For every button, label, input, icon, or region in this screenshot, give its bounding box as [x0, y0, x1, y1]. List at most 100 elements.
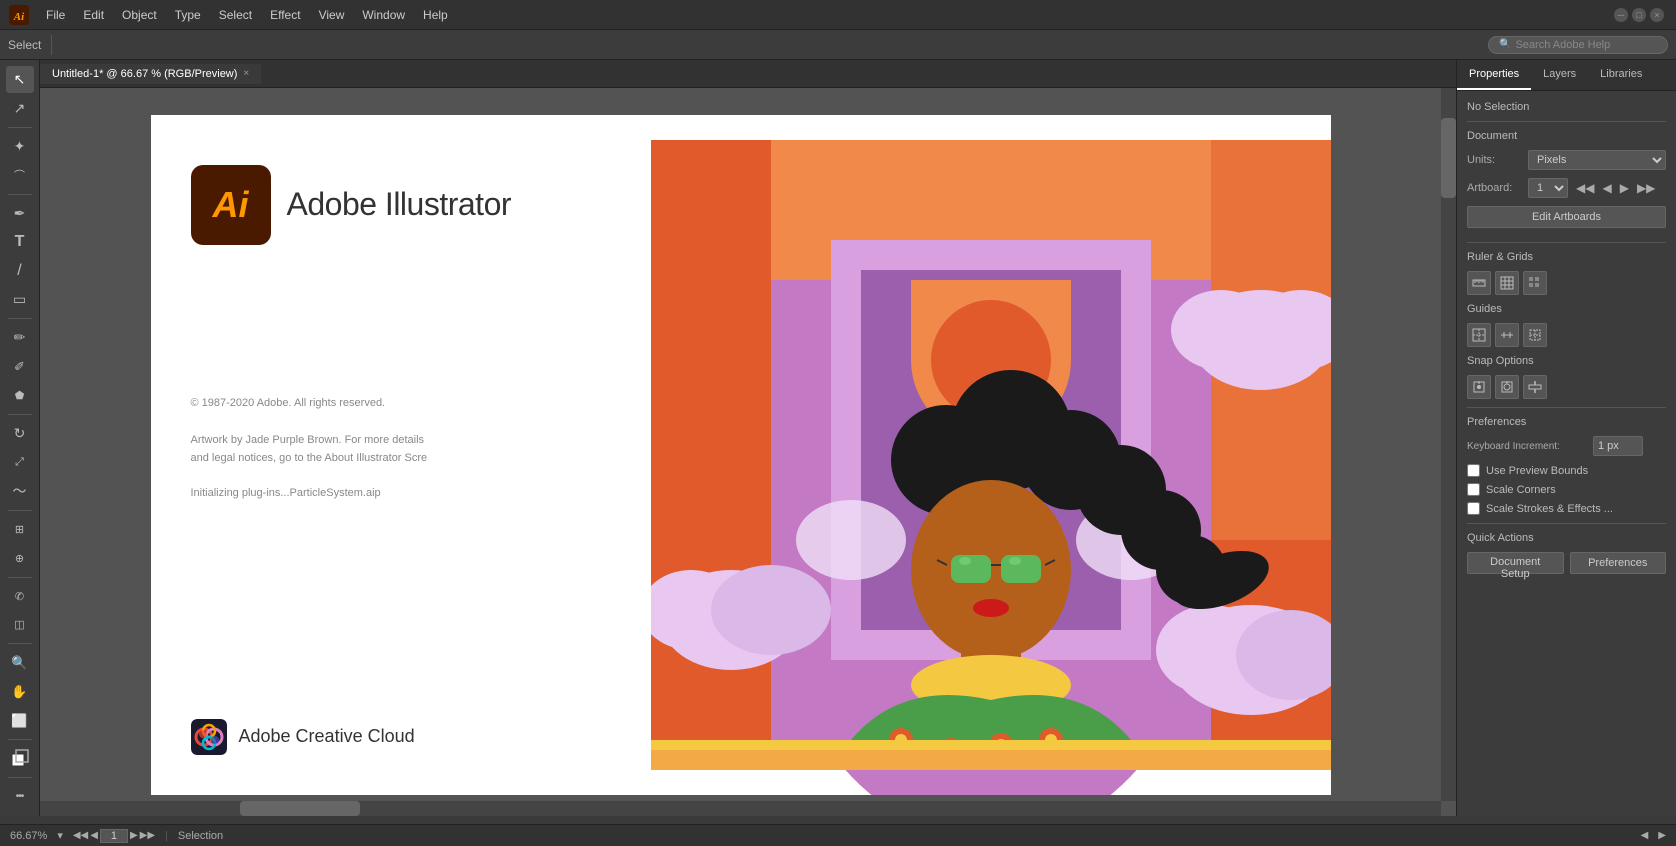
- close-btn[interactable]: ×: [1650, 8, 1664, 22]
- edit-artboards-btn[interactable]: Edit Artboards: [1467, 206, 1666, 228]
- paintbrush-btn[interactable]: ✏: [6, 324, 34, 351]
- menu-select[interactable]: Select: [211, 5, 260, 25]
- guides-icon-btn-2[interactable]: [1495, 323, 1519, 347]
- main-layout: ↖ ↗ ✦ ⌒ ✒ T / ▭ ✏ ✐ ⬟: [0, 60, 1676, 816]
- toolbar-separator-7: [8, 643, 32, 644]
- gradient-btn[interactable]: ◫: [6, 611, 34, 638]
- more-tools-btn[interactable]: •••: [6, 783, 34, 810]
- type-btn[interactable]: T: [6, 229, 34, 256]
- options-bar: Select 🔍 Search Adobe Help: [0, 30, 1676, 60]
- artboard-prev-btn[interactable]: ◀: [1600, 179, 1613, 197]
- grid-icon-btn[interactable]: [1495, 271, 1519, 295]
- scale-corners-label: Scale Corners: [1486, 484, 1556, 496]
- menu-type[interactable]: Type: [167, 5, 209, 25]
- fill-stroke-btn[interactable]: [6, 745, 34, 772]
- left-toolbar: ↖ ↗ ✦ ⌒ ✒ T / ▭ ✏ ✐ ⬟: [0, 60, 40, 816]
- guides-icons: [1467, 323, 1666, 347]
- ruler-grids-section: Ruler & Grids: [1467, 251, 1666, 263]
- prev-artboard-first-btn[interactable]: ◀◀: [73, 830, 88, 841]
- more-tools-icon: •••: [16, 791, 24, 802]
- menu-file[interactable]: File: [38, 5, 73, 25]
- pencil-icon: ✐: [14, 359, 25, 375]
- menu-window[interactable]: Window: [354, 5, 413, 25]
- restore-btn[interactable]: □: [1632, 8, 1646, 22]
- tab-layers[interactable]: Layers: [1531, 60, 1588, 90]
- scale-corners-checkbox[interactable]: [1467, 483, 1480, 496]
- zoom-dropdown-btn[interactable]: ▾: [57, 829, 63, 842]
- preferences-btn[interactable]: Preferences: [1570, 552, 1667, 574]
- warp-btn[interactable]: 〜: [6, 478, 34, 505]
- cc-logo-area: Adobe Creative Cloud: [191, 719, 415, 755]
- preferences-section-title: Preferences: [1467, 416, 1666, 428]
- menu-effect[interactable]: Effect: [262, 5, 308, 25]
- magic-wand-icon: ✦: [14, 138, 26, 155]
- direct-selection-btn[interactable]: ↗: [6, 95, 34, 122]
- artboard-btn[interactable]: ⬜: [6, 707, 34, 734]
- status-bar-toggle-btn[interactable]: ◀: [1641, 830, 1649, 841]
- snap-icon-btn-1[interactable]: [1467, 375, 1491, 399]
- ruler-icon-btn[interactable]: [1467, 271, 1491, 295]
- shape-builder-btn[interactable]: ⊕: [6, 545, 34, 572]
- menu-edit[interactable]: Edit: [75, 5, 112, 25]
- selection-tool-btn[interactable]: ↖: [6, 66, 34, 93]
- rectangle-btn[interactable]: ▭: [6, 286, 34, 313]
- rotate-icon: ↻: [14, 425, 26, 442]
- panel-content: No Selection Document Units: Pixels Artb…: [1457, 91, 1676, 816]
- free-transform-btn[interactable]: ⊞: [6, 516, 34, 543]
- blob-brush-btn[interactable]: ⬟: [6, 382, 34, 409]
- tab-libraries[interactable]: Libraries: [1588, 60, 1654, 90]
- next-artboard-btn[interactable]: ▶: [130, 830, 138, 841]
- cc-title-text: Adobe Creative Cloud: [239, 726, 415, 747]
- next-artboard-last-btn[interactable]: ▶▶: [140, 830, 155, 841]
- keyboard-increment-input[interactable]: 1 px: [1593, 436, 1643, 456]
- search-bar[interactable]: 🔍 Search Adobe Help: [1488, 36, 1668, 54]
- shape-builder-icon: ⊕: [15, 552, 24, 565]
- tab-close-btn[interactable]: ×: [243, 68, 249, 79]
- pen-btn[interactable]: ✒: [6, 200, 34, 227]
- panel-divider-4: [1467, 523, 1666, 524]
- toolbar-separator-6: [8, 577, 32, 578]
- svg-text:Ai: Ai: [13, 11, 25, 23]
- status-bar-toggle-btn2[interactable]: ▶: [1658, 830, 1666, 841]
- lasso-btn[interactable]: ⌒: [6, 162, 34, 189]
- artboard-prev-first-btn[interactable]: ◀◀: [1574, 179, 1596, 197]
- minimize-btn[interactable]: ─: [1614, 8, 1628, 22]
- artboard-next-btn[interactable]: ▶: [1618, 179, 1631, 197]
- select-tool-label: Select: [8, 38, 41, 52]
- menu-view[interactable]: View: [311, 5, 353, 25]
- artboard-next-last-btn[interactable]: ▶▶: [1635, 179, 1657, 197]
- scale-strokes-checkbox[interactable]: [1467, 502, 1480, 515]
- rotate-btn[interactable]: ↻: [6, 420, 34, 447]
- scale-btn[interactable]: ⤢: [6, 449, 34, 476]
- menu-help[interactable]: Help: [415, 5, 456, 25]
- artboard-select[interactable]: 1: [1528, 178, 1568, 198]
- ai-app-title: Adobe Illustrator: [287, 186, 512, 223]
- horizontal-scrollbar[interactable]: [40, 801, 1441, 816]
- tab-properties[interactable]: Properties: [1457, 60, 1531, 90]
- snap-icon-btn-2[interactable]: [1495, 375, 1519, 399]
- artboard-number-input[interactable]: [100, 829, 128, 843]
- pencil-btn[interactable]: ✐: [6, 353, 34, 380]
- tab-title: Untitled-1* @ 66.67 % (RGB/Preview): [52, 68, 237, 80]
- prev-artboard-btn[interactable]: ◀: [90, 830, 98, 841]
- guides-icon-btn-1[interactable]: [1467, 323, 1491, 347]
- guides-icon-btn-3[interactable]: [1523, 323, 1547, 347]
- document-tab[interactable]: Untitled-1* @ 66.67 % (RGB/Preview) ×: [40, 64, 262, 84]
- magic-wand-btn[interactable]: ✦: [6, 133, 34, 160]
- canvas-scroll[interactable]: Ai Adobe Illustrator © 1987-2020 Adobe. …: [40, 88, 1441, 801]
- line-btn[interactable]: /: [6, 257, 34, 284]
- document-setup-btn[interactable]: Document Setup: [1467, 552, 1564, 574]
- zoom-btn[interactable]: 🔍: [6, 649, 34, 676]
- vertical-scrollbar[interactable]: [1441, 88, 1456, 801]
- scale-strokes-row: Scale Strokes & Effects ...: [1467, 502, 1666, 515]
- ruler-grids-icons: [1467, 271, 1666, 295]
- pixel-grid-icon-btn[interactable]: [1523, 271, 1547, 295]
- hand-btn[interactable]: ✋: [6, 678, 34, 705]
- use-preview-bounds-checkbox[interactable]: [1467, 464, 1480, 477]
- eyedropper-btn[interactable]: ✆: [6, 583, 34, 610]
- toolbar-separator-8: [8, 739, 32, 740]
- free-transform-icon: ⊞: [15, 523, 24, 536]
- snap-icon-btn-3[interactable]: [1523, 375, 1547, 399]
- menu-object[interactable]: Object: [114, 5, 165, 25]
- units-select[interactable]: Pixels: [1528, 150, 1666, 170]
